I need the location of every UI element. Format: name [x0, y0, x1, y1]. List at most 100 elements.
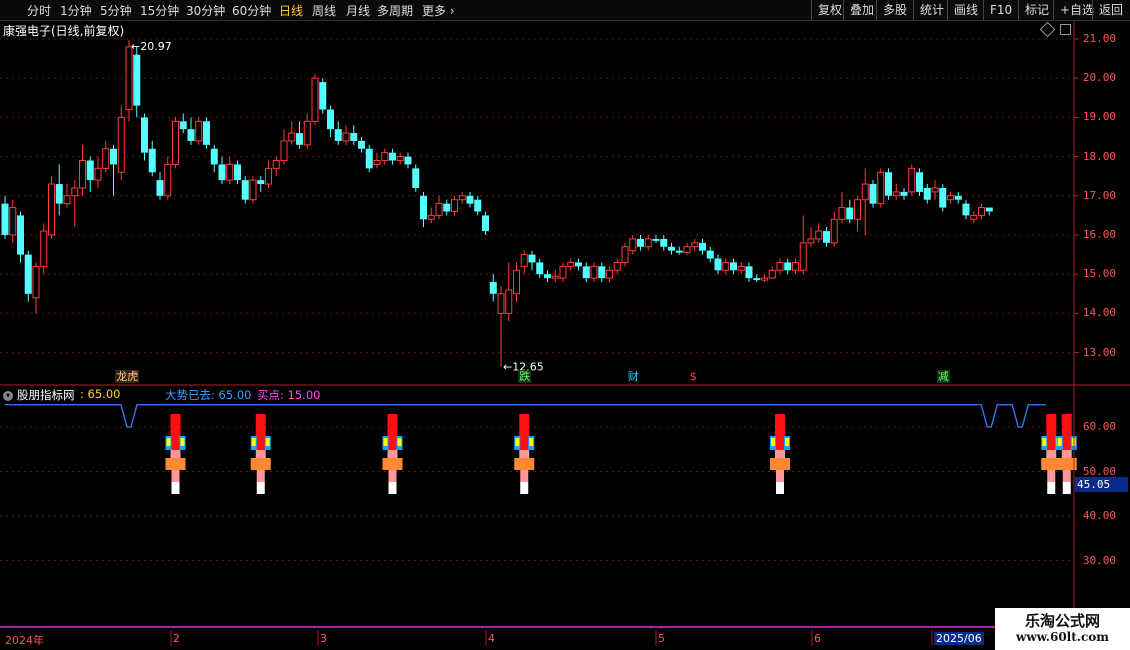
candle-body [389, 152, 396, 161]
candle-body [520, 254, 528, 267]
price-chart[interactable]: ←20.97←12.65 [0, 0, 1130, 650]
candle-body [923, 187, 931, 200]
candle-body [668, 246, 675, 251]
candle-body [443, 203, 451, 212]
candle-body [598, 266, 606, 279]
indicator-axis-label: 60.00 [1082, 420, 1116, 433]
candle-body [652, 238, 660, 241]
candle-body [544, 274, 551, 279]
candle-body [265, 167, 272, 185]
candle-body [629, 238, 637, 252]
candle-body [195, 120, 203, 142]
candle-body [71, 187, 79, 197]
candle-body [319, 82, 327, 110]
candle-body [970, 214, 978, 220]
candle-body [24, 254, 32, 294]
candle-body [373, 160, 381, 165]
candle-body [606, 269, 613, 279]
candle-body [148, 148, 156, 173]
candle-body [482, 215, 489, 232]
candle-body [730, 262, 737, 271]
candle-body [9, 207, 17, 236]
candle-body [187, 129, 195, 141]
news-tag[interactable]: 减 [936, 370, 950, 383]
candle-body [699, 242, 706, 251]
candle-body [156, 180, 164, 196]
candle-body [125, 46, 133, 111]
date-axis-label: 2025/06 [934, 632, 984, 645]
candle-body [536, 262, 544, 275]
date-axis-label: 5 [658, 632, 665, 645]
indicator-name: 股朋指标网 [17, 388, 75, 402]
candle-body [768, 269, 776, 279]
candle-body [613, 261, 621, 271]
candle-body [706, 250, 714, 259]
watermark-url: www.60lt.com [1016, 630, 1109, 644]
candle-body [978, 207, 985, 216]
buy-signal-marker [770, 414, 790, 494]
indicator-name-value: : 65.00 [80, 387, 121, 401]
candle-body [48, 183, 55, 236]
candle-body [241, 180, 249, 200]
candle-body [916, 172, 923, 192]
candle-body [931, 187, 939, 193]
candle-body [55, 184, 63, 204]
indicator-axis-label: 30.00 [1082, 553, 1116, 567]
price-axis-label: 20.00 [1082, 71, 1116, 85]
candle-body [528, 254, 536, 263]
candle-body [737, 265, 745, 271]
candle-body [792, 261, 799, 271]
candle-body [590, 265, 598, 279]
candle-body [451, 199, 458, 212]
indicator-line2: 买点: 15.00 [257, 388, 321, 402]
price-axis-label: 19.00 [1082, 110, 1116, 124]
buy-signal-marker [382, 414, 403, 494]
candle-body [722, 261, 730, 271]
candle-body [745, 266, 753, 279]
candle-body [784, 262, 792, 271]
indicator-axis-label: 50.00 [1082, 464, 1116, 478]
price-axis-label: 21.00 [1082, 32, 1116, 45]
candle-body [954, 195, 962, 200]
news-tag[interactable]: 财 [627, 370, 640, 383]
candle-body [249, 179, 257, 201]
candle-body [296, 133, 303, 145]
date-axis-label: 4 [488, 632, 495, 645]
price-axis-label: 16.00 [1082, 228, 1116, 241]
price-axis-label: 17.00 [1082, 188, 1116, 202]
candle-body [412, 168, 420, 188]
news-tag[interactable]: 跌 [518, 370, 532, 383]
candle-body [861, 183, 869, 201]
candle-body [815, 230, 823, 240]
current-value-badge: 45.05 [1075, 477, 1128, 492]
candle-body [985, 207, 993, 212]
candle-body [203, 121, 210, 145]
price-axis-label: 18.00 [1082, 149, 1116, 163]
candle-body [32, 265, 40, 299]
candle-body [551, 275, 559, 279]
candle-body [63, 195, 71, 205]
candle-body [141, 117, 148, 153]
news-tag[interactable]: $ [689, 370, 698, 383]
candle-body [94, 167, 102, 181]
candle-body [86, 160, 94, 181]
candle-body [962, 203, 970, 216]
price-axis-label: 14.00 [1082, 306, 1116, 320]
candle-body [621, 246, 629, 263]
candle-body [79, 160, 86, 189]
candle-body [877, 171, 885, 205]
candle-body [846, 207, 854, 220]
candle-body [683, 246, 691, 254]
candle-body [365, 148, 373, 169]
candle-body [102, 148, 110, 169]
indicator-collapse-icon[interactable]: ▾ [3, 387, 13, 401]
candle-body [327, 109, 334, 130]
candle-body [799, 242, 807, 271]
candle-body [575, 262, 582, 267]
candle-body [838, 207, 846, 220]
candle-body [280, 140, 288, 162]
news-tag[interactable]: 龙虎 [115, 370, 140, 383]
candle-body [257, 180, 265, 185]
candle-body [761, 277, 768, 281]
candle-body [164, 163, 172, 197]
